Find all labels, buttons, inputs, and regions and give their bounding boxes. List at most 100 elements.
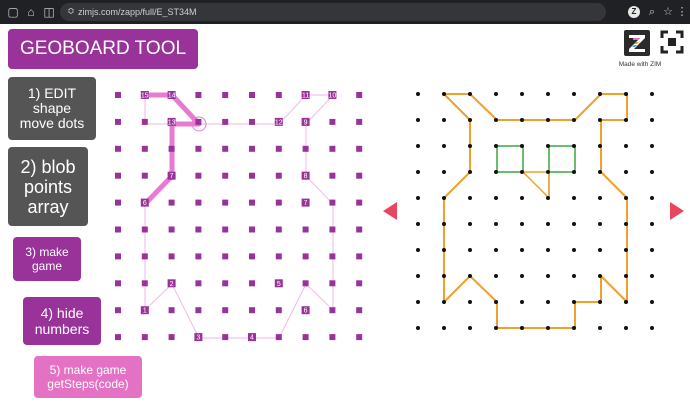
- game-dot[interactable]: [442, 92, 446, 96]
- game-dot[interactable]: [572, 144, 576, 148]
- peg-dot[interactable]: [275, 92, 282, 98]
- game-dot[interactable]: [442, 248, 446, 252]
- peg-dot[interactable]: [249, 118, 255, 125]
- game-dot[interactable]: [520, 118, 524, 122]
- peg-dot[interactable]: [275, 307, 282, 314]
- game-dot[interactable]: [546, 326, 550, 330]
- game-dot[interactable]: [468, 248, 472, 252]
- game-dot[interactable]: [468, 274, 472, 278]
- peg-dot[interactable]: [356, 199, 363, 206]
- game-dot[interactable]: [442, 144, 446, 148]
- game-dot[interactable]: [624, 248, 628, 252]
- peg-dot[interactable]: [168, 226, 175, 233]
- peg-dot[interactable]: [141, 145, 148, 152]
- game-dot[interactable]: [442, 326, 446, 330]
- game-dot[interactable]: [416, 274, 420, 278]
- game-dot[interactable]: [416, 248, 420, 252]
- peg-dot[interactable]: [249, 307, 255, 314]
- game-dot[interactable]: [546, 222, 550, 226]
- game-dot[interactable]: [494, 144, 498, 148]
- game-dot[interactable]: [572, 300, 576, 304]
- game-dot[interactable]: [546, 300, 550, 304]
- peg-dot[interactable]: [115, 118, 121, 125]
- game-dot[interactable]: [494, 326, 498, 330]
- game-dot[interactable]: [650, 92, 654, 96]
- game-dot[interactable]: [468, 144, 472, 148]
- game-dot[interactable]: [650, 300, 654, 304]
- game-dot[interactable]: [520, 92, 524, 96]
- peg-dot[interactable]: [275, 334, 282, 341]
- peg-dot[interactable]: [115, 172, 121, 179]
- peg-dot[interactable]: [329, 253, 336, 260]
- peg-dot[interactable]: [141, 253, 148, 260]
- peg-dot[interactable]: [302, 280, 309, 287]
- game-dot[interactable]: [598, 144, 602, 148]
- peg-dot[interactable]: [302, 226, 309, 233]
- game-dot[interactable]: [572, 326, 576, 330]
- game-dot[interactable]: [624, 222, 628, 226]
- peg-dot[interactable]: [195, 92, 202, 98]
- game-dot[interactable]: [494, 248, 498, 252]
- game-dot[interactable]: [442, 118, 446, 122]
- game-dot[interactable]: [598, 222, 602, 226]
- game-dot[interactable]: [624, 274, 628, 278]
- peg-dot[interactable]: [249, 226, 255, 233]
- game-dot[interactable]: [650, 248, 654, 252]
- peg-dot[interactable]: [329, 199, 336, 206]
- game-dot[interactable]: [546, 248, 550, 252]
- game-dot[interactable]: [572, 118, 576, 122]
- peg-dot[interactable]: [356, 145, 363, 152]
- peg-dot[interactable]: [195, 199, 202, 206]
- game-dot[interactable]: [520, 196, 524, 200]
- game-dot[interactable]: [520, 222, 524, 226]
- peg-dot[interactable]: [249, 172, 255, 179]
- peg-dot[interactable]: [141, 280, 148, 287]
- game-dot[interactable]: [572, 92, 576, 96]
- right-geoboard[interactable]: [416, 92, 654, 330]
- game-dot[interactable]: [624, 118, 628, 122]
- left-geoboard[interactable]: 15 14 11 10 13 12 9 7 8 6 7 2 5 1 6 3 4: [115, 91, 363, 342]
- game-dot[interactable]: [546, 92, 550, 96]
- game-dot[interactable]: [624, 326, 628, 330]
- peg-dot[interactable]: [329, 334, 336, 341]
- game-dot[interactable]: [624, 92, 628, 96]
- peg-dot[interactable]: [222, 334, 229, 341]
- game-dot[interactable]: [468, 300, 472, 304]
- peg-dot[interactable]: [141, 172, 148, 179]
- peg-dot[interactable]: [356, 92, 363, 98]
- peg-dot[interactable]: [222, 226, 229, 233]
- peg-dot[interactable]: [356, 172, 363, 179]
- peg-dot[interactable]: [249, 145, 255, 152]
- game-dot[interactable]: [520, 170, 524, 174]
- peg-dot[interactable]: [195, 172, 202, 179]
- game-dot[interactable]: [598, 196, 602, 200]
- peg-dot[interactable]: [115, 253, 121, 260]
- peg-dot[interactable]: [275, 199, 282, 206]
- game-dot[interactable]: [442, 222, 446, 226]
- previous-arrow-icon[interactable]: [383, 202, 397, 225]
- game-dot[interactable]: [598, 92, 602, 96]
- game-dot[interactable]: [650, 196, 654, 200]
- peg-dot[interactable]: [222, 145, 229, 152]
- peg-dot[interactable]: [168, 253, 175, 260]
- game-dot[interactable]: [416, 118, 420, 122]
- peg-dot[interactable]: [141, 118, 148, 125]
- peg-dot[interactable]: [249, 280, 255, 287]
- peg-dot[interactable]: [141, 334, 148, 341]
- peg-dot[interactable]: [249, 199, 255, 206]
- game-dot[interactable]: [598, 118, 602, 122]
- game-dot[interactable]: [624, 300, 628, 304]
- game-dot[interactable]: [650, 274, 654, 278]
- peg-dot[interactable]: [302, 253, 309, 260]
- game-dot[interactable]: [520, 144, 524, 148]
- game-dot[interactable]: [494, 170, 498, 174]
- peg-dot[interactable]: [168, 334, 175, 341]
- game-dot[interactable]: [650, 118, 654, 122]
- game-dot[interactable]: [442, 274, 446, 278]
- peg-dot[interactable]: [329, 226, 336, 233]
- game-dot[interactable]: [416, 170, 420, 174]
- peg-dot[interactable]: [195, 280, 202, 287]
- peg-dot[interactable]: [356, 334, 363, 341]
- game-dot[interactable]: [416, 300, 420, 304]
- game-dot[interactable]: [468, 118, 472, 122]
